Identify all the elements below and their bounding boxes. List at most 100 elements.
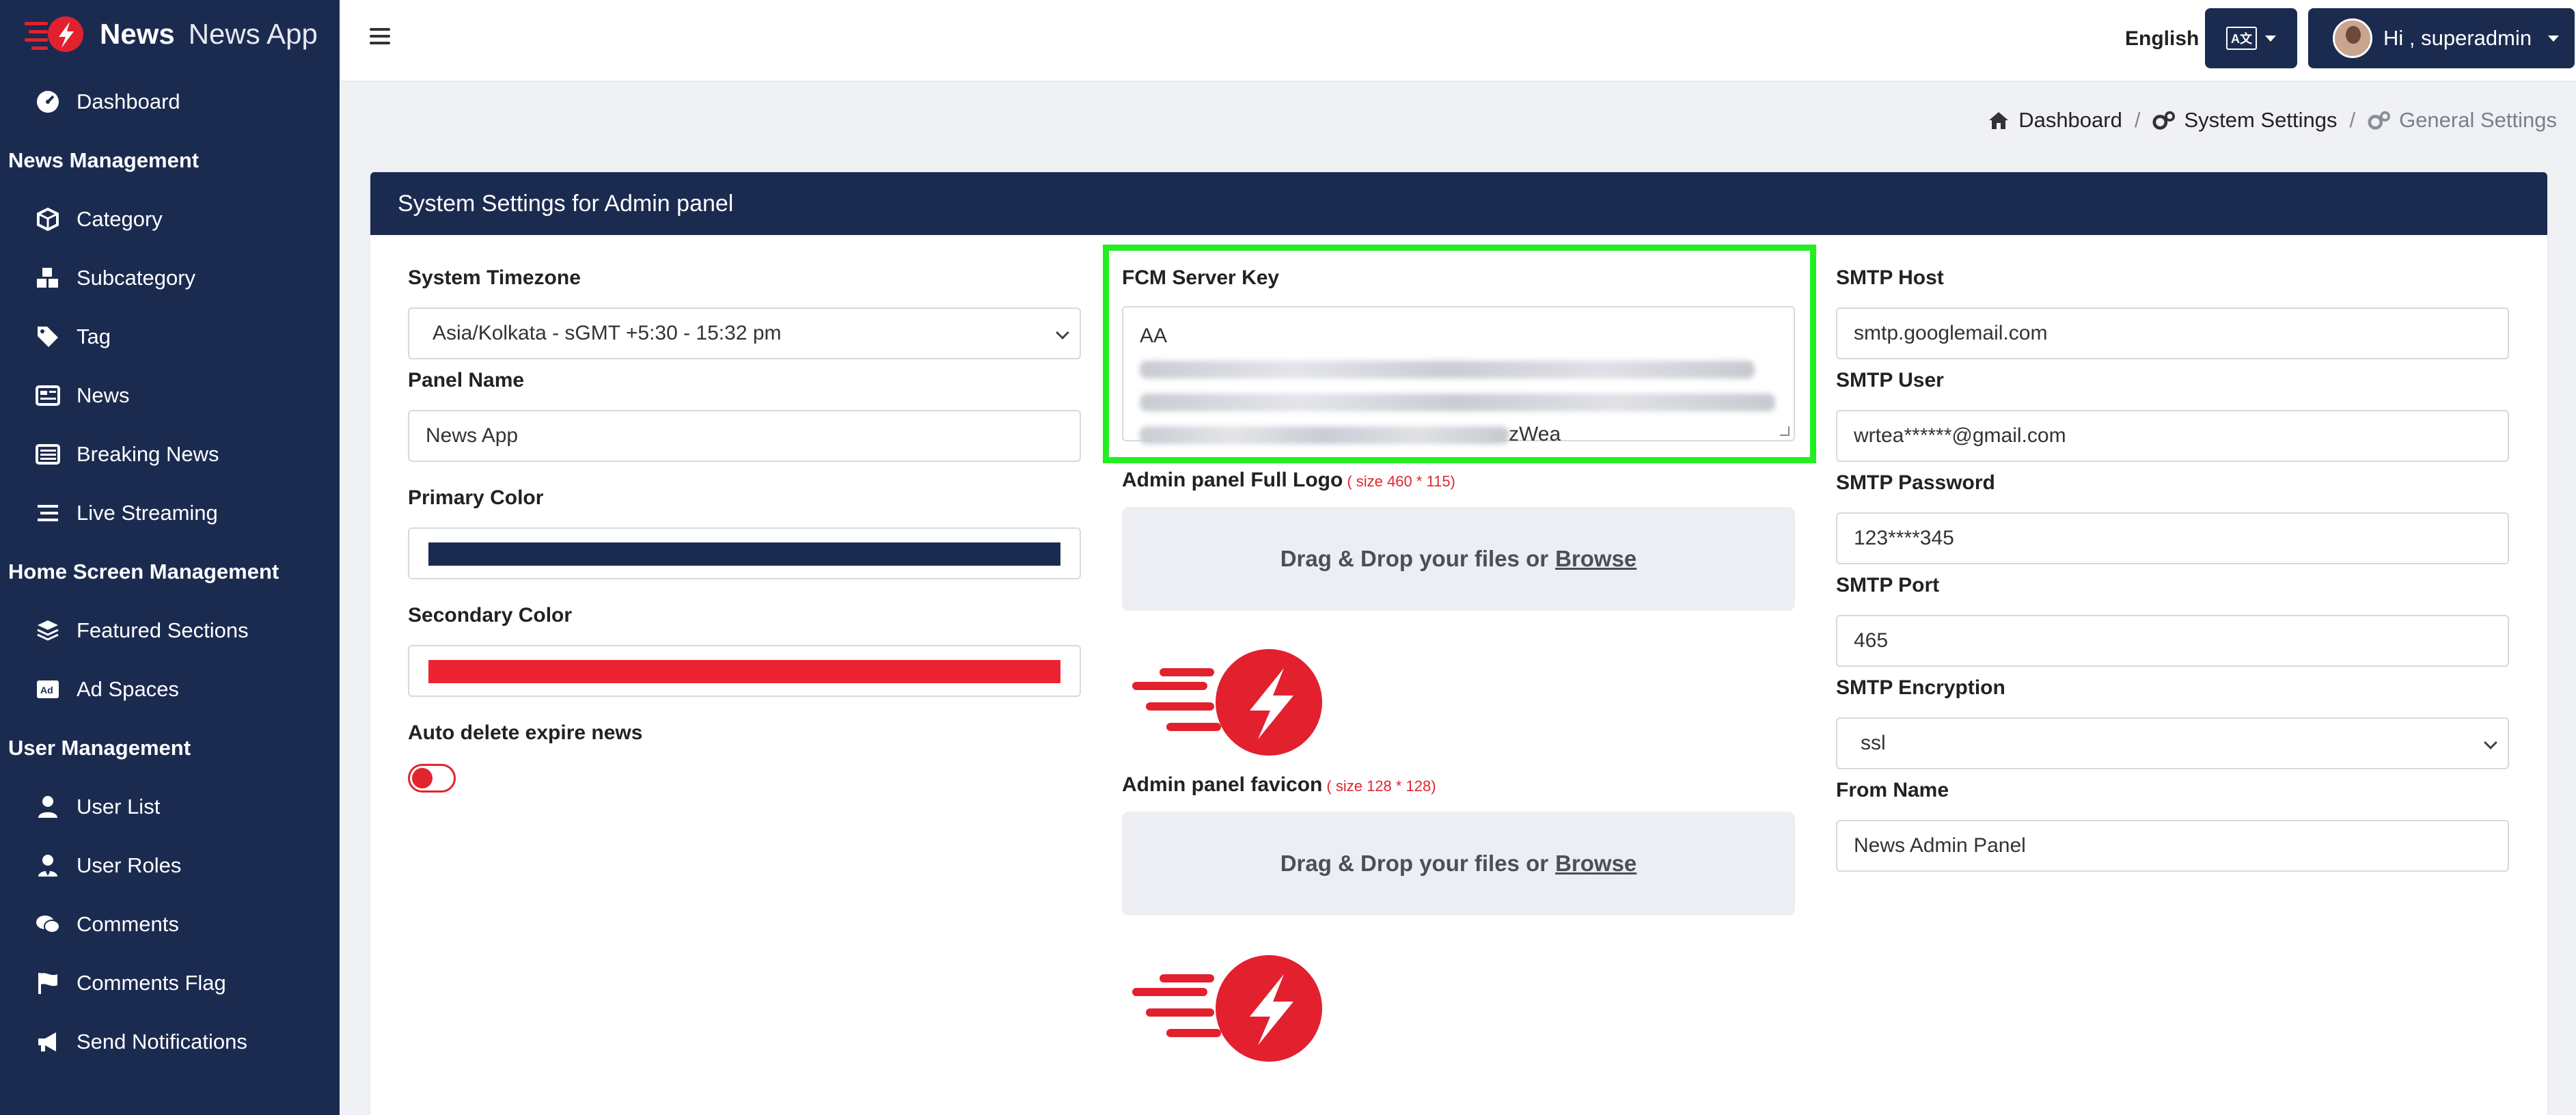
breadcrumb-separator: / — [2134, 108, 2141, 132]
sidebar-item-subcategory[interactable]: Subcategory — [0, 249, 340, 307]
breadcrumb: Dashboard / System Settings / General Se… — [1987, 108, 2557, 133]
panel-name-input[interactable]: News App — [408, 410, 1081, 462]
settings-card: System Settings for Admin panel System T… — [370, 172, 2547, 1115]
brand[interactable]: News News App — [0, 0, 340, 68]
sidebar-item-live-streaming[interactable]: Live Streaming — [0, 484, 340, 542]
favicon-dropzone[interactable]: Drag & Drop your files or Browse — [1122, 812, 1795, 916]
resize-handle-icon[interactable] — [1780, 426, 1790, 436]
section-heading-user-management: User Management — [8, 736, 191, 760]
brand-name: News — [100, 18, 175, 50]
sidebar-item-user-roles[interactable]: User Roles — [0, 836, 340, 895]
cube-icon — [34, 206, 61, 233]
home-icon — [1987, 110, 2010, 130]
favicon-preview-icon — [1132, 955, 1322, 1062]
brand-subtitle: News App — [188, 18, 318, 50]
section-heading-news-management: News Management — [8, 148, 200, 172]
browse-link[interactable]: Browse — [1555, 546, 1636, 572]
cubes-icon — [34, 264, 61, 292]
favicon-label-text: Admin panel favicon — [1122, 773, 1323, 796]
smtp-encryption-value: ssl — [1861, 732, 1886, 754]
full-logo-dropzone[interactable]: Drag & Drop your files or Browse — [1122, 507, 1795, 611]
user-icon — [34, 793, 61, 821]
timezone-label: System Timezone — [408, 266, 581, 289]
comments-icon — [34, 911, 61, 938]
section-heading-home-screen-management: Home Screen Management — [8, 560, 279, 583]
full-logo-label-text: Admin panel Full Logo — [1122, 469, 1343, 491]
sidebar-item-label: Live Streaming — [77, 501, 218, 525]
breaking-news-icon — [34, 441, 61, 468]
news-logo-icon — [25, 16, 83, 52]
primary-color-picker[interactable] — [408, 527, 1081, 579]
sidebar-item-label: Category — [77, 207, 163, 231]
sidebar-item-category[interactable]: Category — [0, 190, 340, 249]
sidebar-item-label: Dashboard — [77, 90, 180, 113]
favicon-size-hint: ( size 128 * 128) — [1326, 777, 1436, 795]
top-navbar: English A文 Hi , superadmin — [340, 0, 2576, 82]
sidebar-item-comments[interactable]: Comments — [0, 895, 340, 954]
user-greeting: Hi , superadmin — [2383, 26, 2532, 50]
dropzone-text: Drag & Drop your files or — [1280, 546, 1549, 571]
sidebar-item-send-notifications[interactable]: Send Notifications — [0, 1013, 340, 1071]
gears-icon — [2368, 110, 2391, 130]
primary-color-swatch — [428, 542, 1060, 566]
sidebar-item-breaking-news[interactable]: Breaking News — [0, 425, 340, 484]
smtp-password-value: 123****345 — [1854, 527, 1954, 549]
sidebar-item-dashboard[interactable]: Dashboard — [0, 72, 340, 131]
secondary-color-picker[interactable] — [408, 645, 1081, 697]
sidebar-item-label: Tag — [77, 325, 111, 348]
language-label: English — [2125, 27, 2200, 50]
smtp-user-input[interactable]: wrtea******@gmail.com — [1836, 410, 2509, 462]
panel-name-value: News App — [426, 424, 519, 447]
secondary-color-swatch — [428, 660, 1060, 683]
sidebar-item-ad-spaces[interactable]: Ad Ad Spaces — [0, 660, 340, 719]
sidebar-item-label: Featured Sections — [77, 618, 249, 642]
smtp-password-input[interactable]: 123****345 — [1836, 512, 2509, 564]
sidebar-item-user-list[interactable]: User List — [0, 777, 340, 836]
sidebar-item-comments-flag[interactable]: Comments Flag — [0, 954, 340, 1013]
auto-delete-toggle[interactable] — [408, 764, 456, 793]
sidebar-item-featured-sections[interactable]: Featured Sections — [0, 601, 340, 660]
fcm-server-key-textarea[interactable]: AA zWea — [1122, 306, 1795, 445]
smtp-encryption-select[interactable]: ssl — [1836, 717, 2509, 769]
sidebar-item-label: User Roles — [77, 853, 182, 877]
full-logo-label: Admin panel Full Logo( size 460 * 115) — [1122, 469, 1455, 492]
chevron-down-icon — [2265, 35, 2276, 42]
sidebar-item-label: Comments Flag — [77, 971, 226, 995]
menu-toggle-icon[interactable] — [370, 26, 390, 46]
sidebar-item-tag[interactable]: Tag — [0, 307, 340, 366]
user-menu-button[interactable]: Hi , superadmin — [2308, 8, 2575, 68]
breadcrumb-dashboard-link[interactable]: Dashboard — [2018, 108, 2122, 133]
card-title: System Settings for Admin panel — [370, 172, 2547, 235]
fcm-key-line-2 — [1140, 385, 1777, 418]
svg-text:Ad: Ad — [40, 685, 53, 696]
from-name-input[interactable]: News Admin Panel — [1836, 820, 2509, 872]
flag-icon — [34, 969, 61, 997]
breadcrumb-system-settings-link[interactable]: System Settings — [2184, 108, 2337, 133]
panel-name-label: Panel Name — [408, 369, 525, 391]
browse-link[interactable]: Browse — [1555, 851, 1636, 877]
smtp-port-input[interactable]: 465 — [1836, 615, 2509, 667]
fcm-key-suffix: zWea — [1509, 423, 1561, 445]
chevron-down-icon — [2548, 35, 2560, 42]
primary-color-label: Primary Color — [408, 486, 544, 509]
list-icon — [34, 499, 61, 527]
favicon-label: Admin panel favicon( size 128 * 128) — [1122, 773, 1436, 797]
chevron-down-icon — [1056, 326, 1069, 340]
redacted-text — [1140, 361, 1755, 379]
smtp-host-label: SMTP Host — [1836, 266, 1944, 289]
smtp-encryption-label: SMTP Encryption — [1836, 676, 2005, 699]
sidebar-item-label: User List — [77, 795, 161, 818]
sidebar-item-news[interactable]: News — [0, 366, 340, 425]
secondary-color-label: Secondary Color — [408, 604, 573, 627]
smtp-user-value: wrtea******@gmail.com — [1854, 424, 2066, 447]
timezone-select[interactable]: Asia/Kolkata - sGMT +5:30 - 15:32 pm — [408, 307, 1081, 359]
fcm-label: FCM Server Key — [1122, 266, 1280, 289]
language-dropdown-button[interactable]: A文 — [2205, 8, 2297, 68]
newspaper-icon — [34, 382, 61, 409]
chevron-down-icon — [2484, 736, 2497, 749]
smtp-password-label: SMTP Password — [1836, 471, 1995, 494]
from-name-value: News Admin Panel — [1854, 834, 2026, 857]
auto-delete-label: Auto delete expire news — [408, 721, 643, 744]
smtp-host-input[interactable]: smtp.googlemail.com — [1836, 307, 2509, 359]
smtp-port-value: 465 — [1854, 629, 1889, 652]
